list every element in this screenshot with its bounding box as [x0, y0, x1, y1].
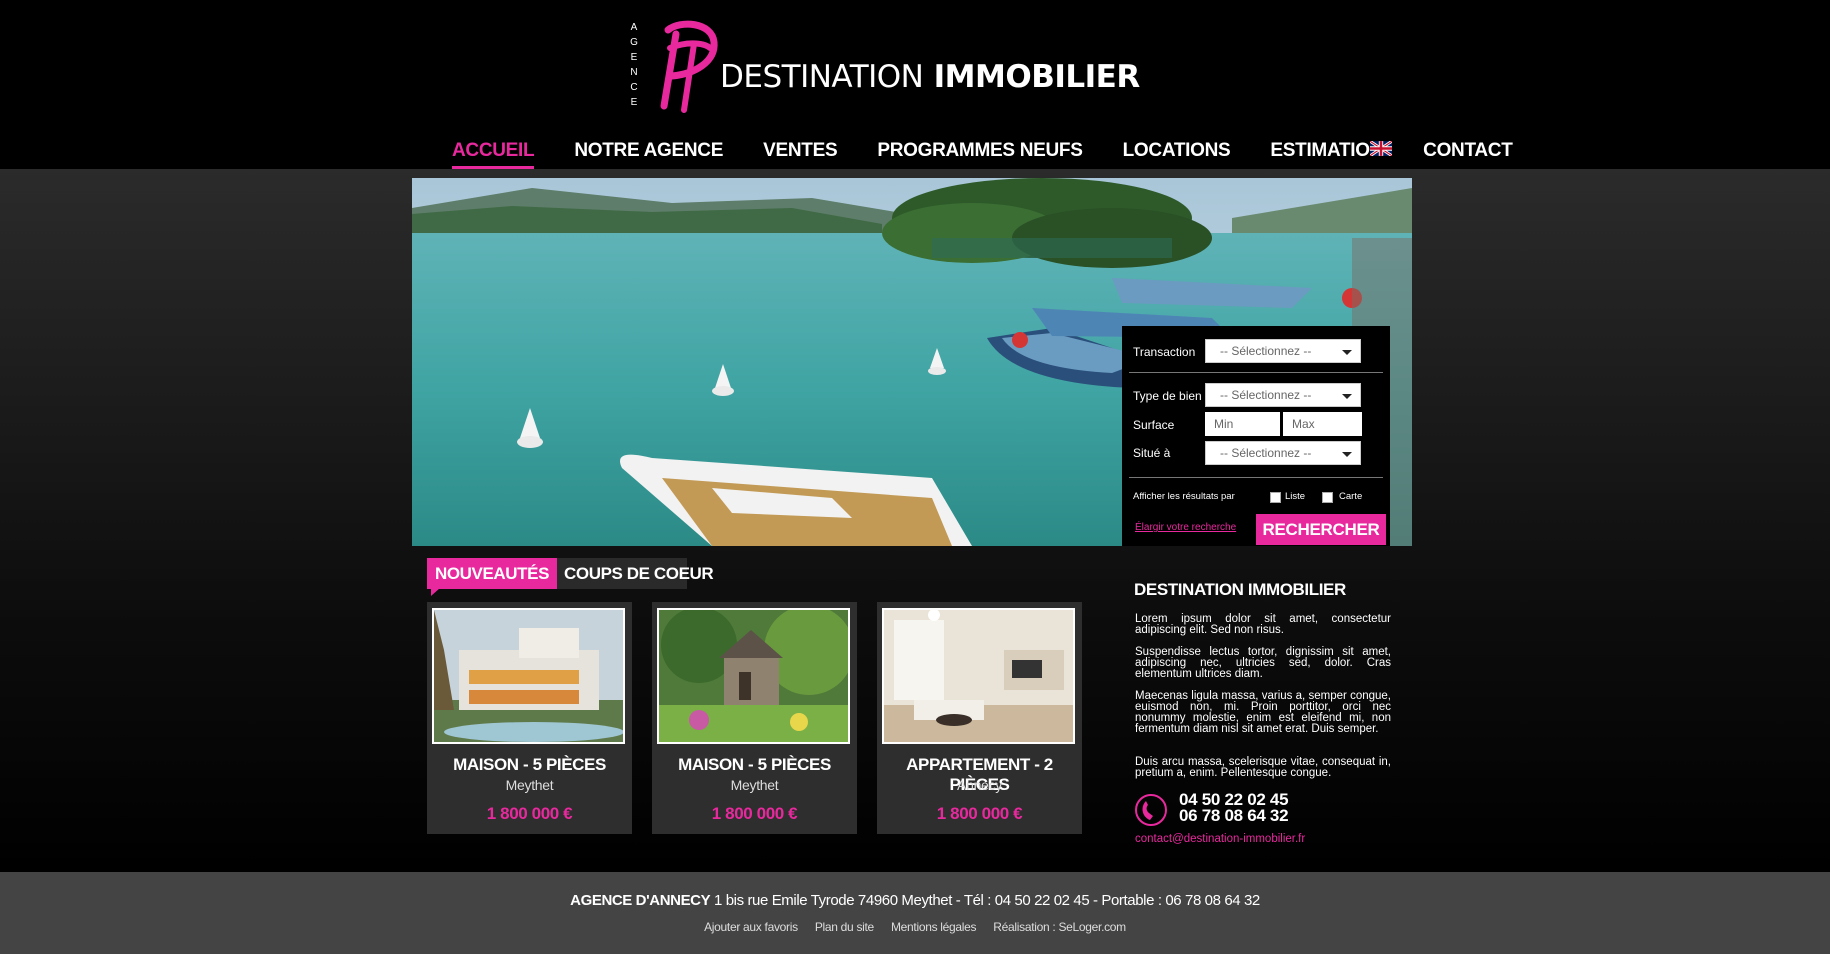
listing-photo-stone-house[interactable]	[657, 608, 850, 744]
footer-agency-name: AGENCE D'ANNECY	[570, 892, 711, 909]
about-title: DESTINATION IMMOBILIER	[1134, 580, 1346, 599]
phone-icon	[1135, 794, 1167, 826]
listing-photo-modern-house[interactable]	[432, 608, 625, 744]
transaction-select[interactable]: -- Sélectionnez --	[1205, 339, 1361, 363]
about-paragraph: Suspendisse lectus tortor, dignissim sit…	[1135, 646, 1391, 680]
house-photo	[659, 610, 848, 742]
broaden-search-link[interactable]: Élargir votre recherche	[1135, 522, 1236, 533]
chevron-down-icon	[1342, 394, 1352, 399]
location-select-value: -- Sélectionnez --	[1220, 446, 1312, 460]
logo-letter: G	[630, 37, 638, 48]
logo-letter: C	[630, 82, 638, 93]
map-view-label: Carte	[1339, 491, 1363, 502]
footer-link-favorites[interactable]: Ajouter aux favoris	[704, 920, 798, 934]
footer-links: Ajouter aux favoris Plan du site Mention…	[0, 920, 1830, 934]
footer-link-legal[interactable]: Mentions légales	[891, 920, 977, 934]
listing-price: 1 800 000 €	[711, 804, 798, 823]
uk-flag-icon[interactable]	[1370, 141, 1392, 156]
property-type-select[interactable]: -- Sélectionnez --	[1205, 383, 1361, 407]
nav-item-notre-agence[interactable]: NOTRE AGENCE	[574, 140, 723, 166]
search-button[interactable]: RECHERCHER	[1256, 514, 1386, 545]
chevron-down-icon	[1342, 452, 1352, 457]
about-paragraph: Lorem ipsum dolor sit amet, consectetur …	[1135, 613, 1391, 636]
chevron-down-icon	[1342, 350, 1352, 355]
nav-item-accueil[interactable]: ACCUEIL	[452, 140, 535, 169]
site-footer: AGENCE D'ANNECY 1 bis rue Emile Tyrode 7…	[0, 872, 1830, 954]
brand-name: DESTINATION IMMOBILIER	[720, 56, 1140, 96]
location-select[interactable]: -- Sélectionnez --	[1205, 441, 1361, 465]
brand-light: DESTINATION	[720, 59, 924, 95]
list-view-label: Liste	[1285, 491, 1306, 502]
brand-bold: IMMOBILIER	[933, 59, 1141, 95]
surface-min-placeholder: Min	[1214, 417, 1234, 431]
site-header: A G E N C E DESTINATION IMMOBILIER ACCUE…	[0, 0, 1830, 169]
logo-letter: E	[630, 97, 638, 108]
surface-min-input[interactable]: Min	[1205, 412, 1280, 436]
surface-max-input[interactable]: Max	[1283, 412, 1362, 436]
surface-label: Surface	[1133, 418, 1175, 432]
living-room-photo	[884, 610, 1073, 742]
nav-item-contact[interactable]: CONTACT	[1423, 140, 1513, 166]
footer-link-sitemap[interactable]: Plan du site	[815, 920, 874, 934]
property-type-label: Type de bien	[1133, 389, 1202, 403]
listing-card[interactable]: APPARTEMENT - 2 PIÈCES Annecy 1 800 000 …	[877, 602, 1082, 834]
listing-price: 1 800 000 €	[936, 804, 1023, 823]
agence-vertical-label: A G E N C E	[628, 20, 640, 110]
listing-tabs: NOUVEAUTÉS COUPS DE COEUR	[427, 558, 714, 596]
listing-title: MAISON - 5 PIÈCES	[453, 755, 606, 774]
divider	[1129, 477, 1383, 478]
logo-letter: A	[630, 22, 638, 33]
nav-item-programmes-neufs[interactable]: PROGRAMMES NEUFS	[877, 140, 1083, 166]
map-view-checkbox[interactable]	[1322, 492, 1333, 503]
footer-link-credits[interactable]: Réalisation : SeLoger.com	[993, 920, 1126, 934]
footer-address: AGENCE D'ANNECY 1 bis rue Emile Tyrode 7…	[0, 892, 1830, 909]
contact-email-link[interactable]: contact@destination-immobilier.fr	[1135, 833, 1305, 845]
listing-photo-living-room[interactable]	[882, 608, 1075, 744]
listing-card[interactable]: MAISON - 5 PIÈCES Meythet 1 800 000 €	[652, 602, 857, 834]
about-paragraph: Duis arcu massa, scelerisque vitae, cons…	[1135, 756, 1391, 779]
logo-letter: N	[630, 67, 638, 78]
transaction-label: Transaction	[1133, 345, 1196, 359]
tab-coups-de-coeur[interactable]: COUPS DE COEUR	[557, 558, 714, 589]
listing-city: Meythet	[505, 777, 554, 793]
property-type-select-value: -- Sélectionnez --	[1220, 388, 1312, 402]
site-logo[interactable]: A G E N C E DESTINATION IMMOBILIER	[620, 18, 1140, 118]
listing-city: Annecy	[957, 777, 1002, 793]
location-label: Situé à	[1133, 446, 1171, 460]
footer-address-text: 1 bis rue Emile Tyrode 74960 Meythet - T…	[710, 892, 1260, 909]
house-photo	[434, 610, 623, 742]
nav-item-locations[interactable]: LOCATIONS	[1123, 140, 1231, 166]
listing-price: 1 800 000 €	[486, 804, 573, 823]
list-view-checkbox[interactable]	[1270, 492, 1281, 503]
about-paragraph: Maecenas ligula massa, varius a, semper …	[1135, 690, 1391, 735]
transaction-select-value: -- Sélectionnez --	[1220, 344, 1312, 358]
property-search-form: Transaction -- Sélectionnez -- Type de b…	[1122, 326, 1390, 546]
display-results-label: Afficher les résultats par	[1133, 491, 1235, 502]
nav-item-estimation[interactable]: ESTIMATION	[1270, 140, 1383, 166]
divider	[1129, 372, 1383, 373]
logo-letter: E	[630, 52, 638, 63]
logo-monogram-icon	[660, 20, 718, 113]
listing-title: MAISON - 5 PIÈCES	[678, 755, 831, 774]
listing-card[interactable]: MAISON - 5 PIÈCES Meythet 1 800 000 €	[427, 602, 632, 834]
tab-nouveautes[interactable]: NOUVEAUTÉS	[427, 558, 557, 596]
nav-item-ventes[interactable]: VENTES	[763, 140, 838, 166]
surface-max-placeholder: Max	[1292, 417, 1315, 431]
phone-number-mobile[interactable]: 06 78 08 64 32	[1179, 806, 1289, 826]
listing-city: Meythet	[730, 777, 779, 793]
